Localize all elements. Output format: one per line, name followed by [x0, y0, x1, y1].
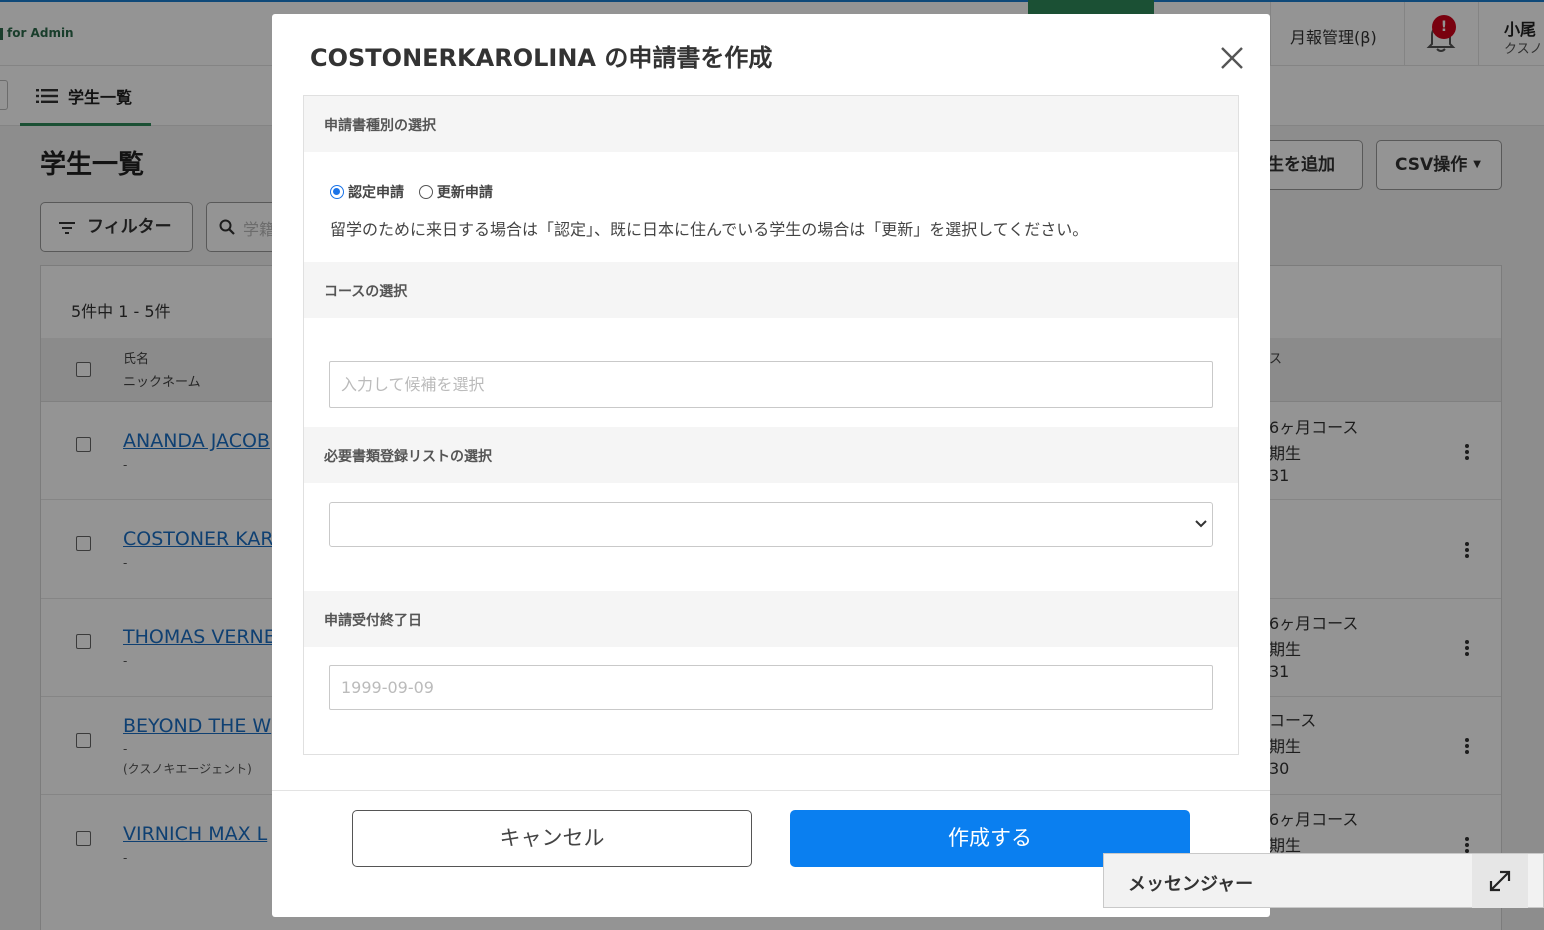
deadline-date-input[interactable]: 1999-09-09 — [329, 665, 1213, 710]
expand-button[interactable] — [1472, 854, 1528, 908]
radio-label: 更新申請 — [436, 185, 493, 201]
section-header-docs: 必要書類登録リストの選択 — [304, 427, 1238, 483]
section-header-type: 申請書種別の選択 — [304, 96, 1238, 152]
modal-footer-divider — [272, 790, 1270, 791]
section-title-type: 申請書種別の選択 — [324, 118, 436, 134]
radio-recognition[interactable]: 認定申請 — [330, 182, 404, 202]
chevron-down-icon — [1195, 520, 1207, 528]
section-header-course: コースの選択 — [304, 262, 1238, 318]
radio-button[interactable] — [418, 185, 433, 199]
required-docs-select[interactable] — [329, 502, 1213, 547]
course-placeholder: 入力して候補を選択 — [341, 375, 485, 394]
radio-renewal[interactable]: 更新申請 — [418, 182, 493, 202]
course-search-input[interactable]: 入力して候補を選択 — [329, 361, 1213, 408]
radio-label: 認定申請 — [348, 185, 404, 201]
cancel-button[interactable]: キャンセル — [352, 810, 752, 867]
create-application-modal: COSTONERKAROLINA の申請書を作成 申請書種別の選択 認定申請 更… — [272, 14, 1270, 917]
type-help-text: 留学のために来日する場合は「認定」、既に日本に住んでいる学生の場合は「更新」を選… — [330, 220, 1089, 239]
radio-button-checked[interactable] — [330, 185, 344, 199]
expand-icon — [1489, 870, 1511, 892]
application-type-radio-group: 認定申請 更新申請 — [330, 182, 503, 202]
date-placeholder: 1999-09-09 — [341, 678, 434, 697]
messenger-label: メッセンジャー — [1128, 874, 1254, 895]
modal-title: COSTONERKAROLINA の申請書を作成 — [310, 44, 773, 72]
messenger-widget[interactable]: メッセンジャー — [1103, 853, 1544, 908]
application-form: 申請書種別の選択 認定申請 更新申請 留学のために来日する場合は「認定」、既に日… — [303, 95, 1239, 755]
section-title-docs: 必要書類登録リストの選択 — [324, 449, 492, 465]
section-title-course: コースの選択 — [324, 284, 408, 300]
close-icon[interactable] — [1216, 42, 1248, 74]
section-title-deadline: 申請受付終了日 — [324, 613, 422, 629]
section-header-deadline: 申請受付終了日 — [304, 591, 1238, 647]
